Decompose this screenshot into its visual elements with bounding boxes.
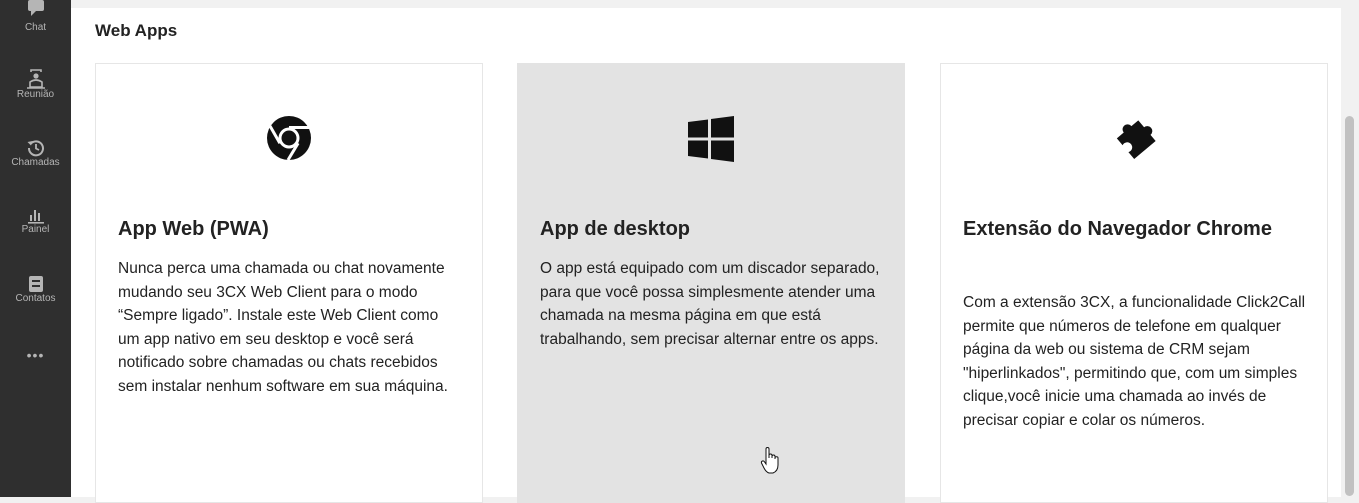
chrome-icon	[267, 116, 311, 161]
sidebar-item-label: Painel	[21, 224, 50, 235]
sidebar-item-chat[interactable]: Chat	[0, 0, 71, 33]
card-description: O app está equipado com um discador sepa…	[540, 260, 880, 348]
history-icon	[27, 140, 44, 157]
sidebar-item-contatos[interactable]: Contatos	[0, 275, 71, 304]
sidebar-item-label: Chamadas	[11, 157, 60, 168]
puzzle-icon	[1116, 120, 1156, 160]
card-title: Extensão do Navegador Chrome	[963, 218, 1272, 240]
card-description: Com a extensão 3CX, a funcionalidade Cli…	[963, 294, 1306, 429]
chart-icon	[27, 210, 44, 224]
sidebar: Chat Reunião Chamadas Painel Contatos ••…	[0, 0, 71, 497]
sidebar-item-chamadas[interactable]: Chamadas	[0, 139, 71, 168]
card-title: App Web (PWA)	[118, 218, 269, 240]
more-button[interactable]: •••	[0, 347, 71, 363]
page-title: Web Apps	[95, 21, 178, 40]
card-app-web-pwa[interactable]: App Web (PWA) Nunca perca uma chamada ou…	[95, 63, 483, 503]
chat-icon	[27, 0, 44, 16]
sidebar-item-label: Chat	[24, 22, 47, 33]
scrollbar-thumb[interactable]	[1345, 116, 1354, 496]
card-title: App de desktop	[540, 218, 691, 240]
contacts-icon	[28, 276, 43, 292]
card-chrome-extension[interactable]: Extensão do Navegador Chrome Com a exten…	[940, 63, 1328, 503]
card-description: Nunca perca uma chamada ou chat novament…	[118, 260, 448, 395]
card-app-desktop[interactable]: App de desktop O app está equipado com u…	[517, 63, 905, 503]
sidebar-item-label: Contatos	[15, 293, 56, 304]
windows-icon	[688, 116, 734, 162]
scrollbar[interactable]	[1341, 8, 1359, 497]
sidebar-item-painel[interactable]: Painel	[0, 206, 71, 235]
sidebar-item-label: Reunião	[16, 89, 55, 100]
hand-cursor-icon	[760, 447, 779, 474]
main-content: Web Apps App Web (PWA) Nunca perca uma c…	[71, 8, 1341, 503]
more-icon: •••	[26, 347, 45, 363]
sidebar-item-reuniao[interactable]: Reunião	[0, 69, 71, 100]
meeting-icon	[26, 69, 45, 89]
